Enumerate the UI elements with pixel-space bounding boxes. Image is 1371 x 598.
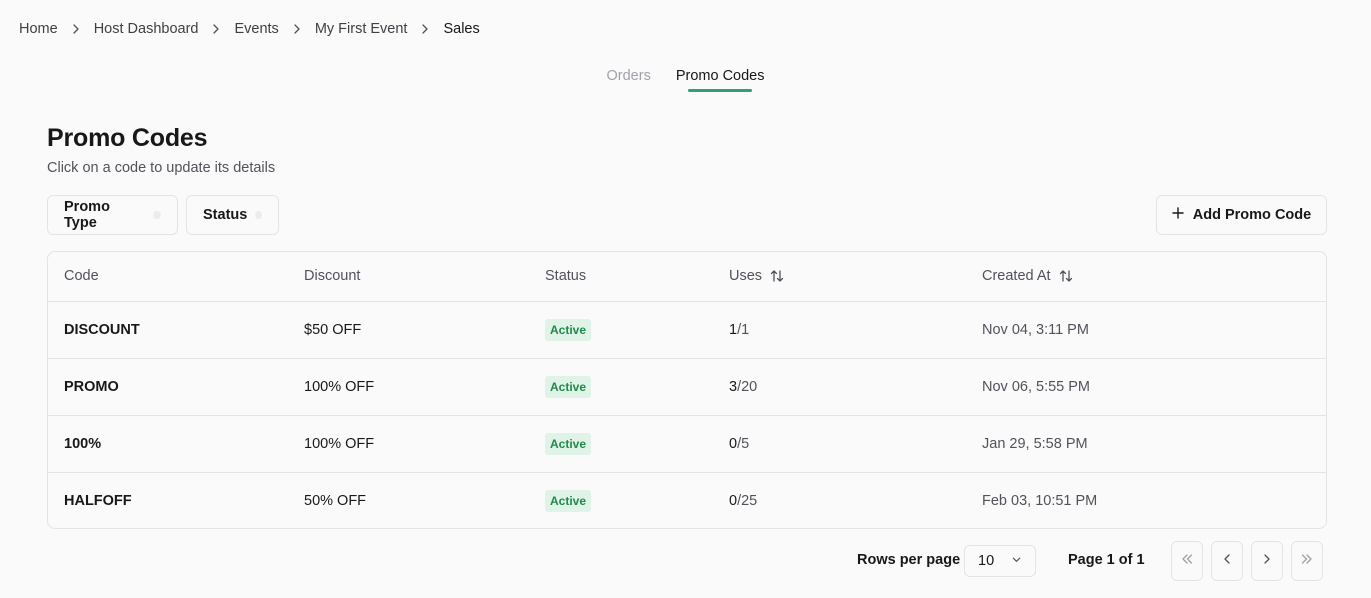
uses-cell: 1/1 [729,301,982,359]
table-header-row: Code Discount Status Uses Created At [48,252,1326,302]
created-at-cell: Feb 03, 10:51 PM [982,492,1098,509]
column-header-uses-label: Uses [729,268,763,285]
status-filter-button[interactable]: Status [186,195,279,235]
breadcrumb-events[interactable]: Events [234,21,278,37]
breadcrumb-host-dashboard[interactable]: Host Dashboard [94,21,199,37]
uses-total: /25 [737,492,758,509]
uses-total: /5 [737,435,750,452]
page-info: Page 1 of 1 [1068,552,1145,568]
uses-total: /20 [737,378,758,395]
uses-cell: 0/5 [729,415,982,473]
next-page-button[interactable] [1251,541,1283,581]
last-page-button[interactable] [1291,541,1323,581]
status-cell: Active [545,358,729,416]
breadcrumb: Home Host Dashboard Events My First Even… [19,19,480,39]
discount-cell: 50% OFF [304,492,367,509]
breadcrumb-home[interactable]: Home [19,21,58,37]
promo-code-cell[interactable]: DISCOUNT [48,301,304,359]
rows-per-page-value: 10 [978,553,995,569]
sort-arrows-icon[interactable] [770,269,784,283]
status-badge: Active [545,489,592,512]
column-header-created-at-label: Created At [982,268,1051,285]
status-cell: Active [545,301,729,359]
breadcrumb-my-first-event[interactable]: My First Event [315,21,408,37]
status-badge: Active [545,432,592,455]
plus-icon [1172,207,1184,223]
add-promo-code-button[interactable]: Add Promo Code [1156,195,1327,235]
uses-used: 0 [729,435,738,452]
tab-promo-codes[interactable]: Promo Codes [676,66,764,92]
first-page-button[interactable] [1171,541,1203,581]
sort-arrows-icon[interactable] [1059,269,1073,283]
table-row[interactable]: HALFOFF 50% OFF Active 0/25 Feb 03, 10:5… [48,472,1326,528]
uses-used: 3 [729,378,738,395]
add-promo-code-label: Add Promo Code [1192,207,1312,223]
table-row[interactable]: PROMO 100% OFF Active 3/20 Nov 06, 5:55 … [48,358,1326,416]
rows-per-page-label: Rows per page [857,552,961,568]
promo-code-cell[interactable]: 100% [48,415,304,473]
chevron-right-icon [407,23,443,35]
uses-used: 0 [729,492,738,509]
rows-per-page-select[interactable]: 10 [964,545,1036,577]
uses-total: /1 [737,321,750,338]
breadcrumb-sales: Sales [443,21,480,37]
chevrons-left-icon [1180,552,1194,571]
column-header-code: Code [48,252,304,302]
promo-type-filter-label: Promo Type [64,199,110,231]
filter-dot-icon [255,211,262,219]
promo-codes-table: Code Discount Status Uses Created At DIS… [47,251,1327,529]
promo-type-filter-button[interactable]: Promo Type [47,195,178,235]
created-at-cell: Nov 06, 5:55 PM [982,358,1326,416]
created-at-cell: Nov 04, 3:11 PM [982,301,1326,359]
status-badge: Active [545,375,592,398]
uses-cell: 0/25 [729,472,982,528]
chevron-right-icon [198,23,234,35]
tab-orders[interactable]: Orders [607,66,651,92]
column-header-uses[interactable]: Uses [729,252,982,302]
discount-cell: 100% OFF [304,415,545,473]
discount-cell: $50 OFF [304,301,545,359]
chevron-right-icon [58,23,94,35]
tab-bar: Orders Promo Codes [0,66,1371,92]
promo-code-cell[interactable]: PROMO [48,358,304,416]
column-header-discount: Discount [304,252,545,302]
chevrons-right-icon [1300,552,1314,571]
column-header-status: Status [545,252,729,302]
status-cell: Active [545,472,729,528]
chevron-left-icon [1220,552,1234,571]
status-badge: Active [545,318,592,341]
page-title: Promo Codes [47,124,208,152]
previous-page-button[interactable] [1211,541,1243,581]
table-row[interactable]: DISCOUNT $50 OFF Active 1/1 Nov 04, 3:11… [48,301,1326,359]
promo-code-cell[interactable]: HALFOFF [48,472,304,528]
filter-dot-icon [153,211,161,219]
chevron-right-icon [279,23,315,35]
page-subtitle: Click on a code to update its details [47,160,276,176]
table-row[interactable]: 100% 100% OFF Active 0/5 Jan 29, 5:58 PM [48,415,1326,473]
discount-cell: 100% OFF [304,358,545,416]
uses-cell: 3/20 [729,358,982,416]
column-header-created-at[interactable]: Created At [982,252,1326,302]
uses-used: 1 [729,321,738,338]
status-cell: Active [545,415,729,473]
chevron-right-icon [1260,552,1274,571]
chevron-down-icon [1011,553,1022,569]
status-filter-label: Status [203,207,248,223]
created-at-cell: Jan 29, 5:58 PM [982,415,1326,473]
